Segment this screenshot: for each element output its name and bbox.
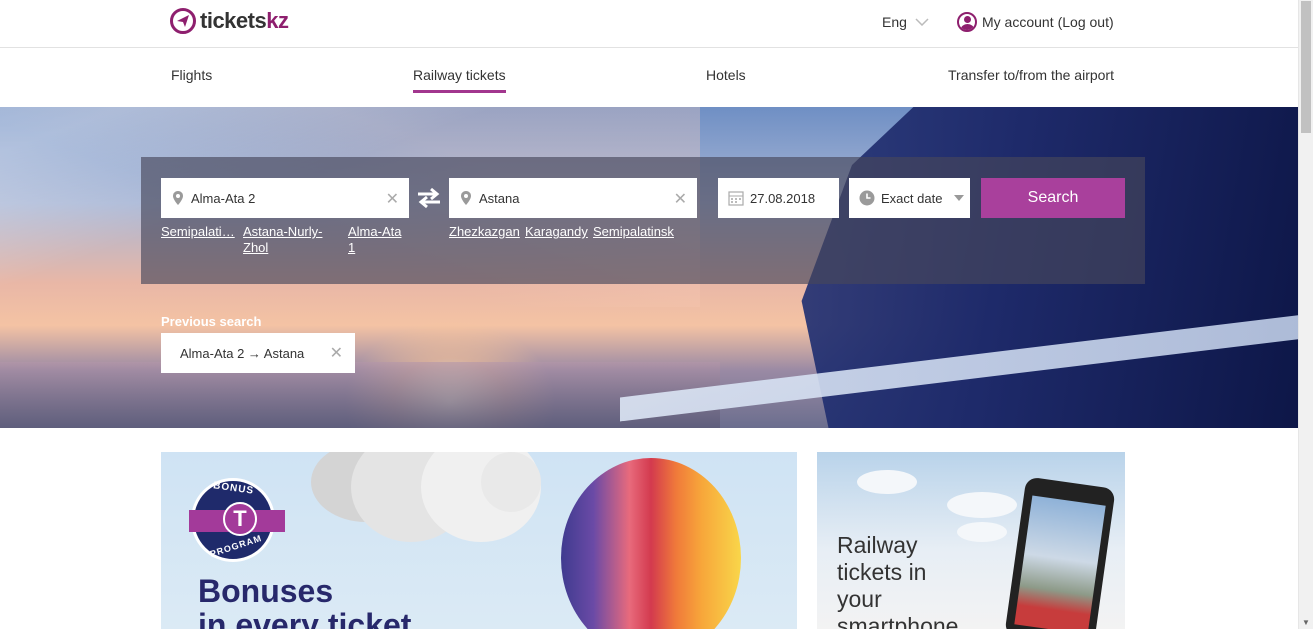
logo-text: ticketskz: [200, 8, 289, 33]
main-nav: Flights Railway tickets Hotels Transfer …: [0, 49, 1298, 107]
mobile-app-banner[interactable]: Railway tickets in your smartphone: [817, 452, 1125, 629]
language-label: Eng: [882, 14, 907, 30]
to-suggestion-karagandy[interactable]: Karagandy: [525, 224, 588, 240]
account-area: My account (Log out): [957, 12, 1114, 32]
from-input[interactable]: [191, 190, 371, 206]
cloud-decoration: [857, 470, 917, 494]
bonus-program-banner[interactable]: BONUS T PROGRAM Bonuses in every ticket: [161, 452, 797, 629]
nav-hotels[interactable]: Hotels: [706, 67, 746, 83]
from-suggestion-astana-nurly-zhol[interactable]: Astana-Nurly- Zhol: [243, 224, 322, 256]
language-selector[interactable]: Eng: [882, 14, 929, 30]
scrollbar-thumb[interactable]: [1301, 1, 1311, 133]
cloud-decoration: [947, 492, 1017, 518]
to-input[interactable]: [479, 190, 659, 206]
search-panel: [141, 157, 1145, 284]
nav-flights[interactable]: Flights: [171, 67, 212, 83]
mobile-app-text: Railway tickets in your smartphone: [837, 532, 959, 629]
date-mode-select[interactable]: Exact date: [849, 178, 970, 218]
calendar-icon: [728, 190, 744, 206]
to-field[interactable]: ✕: [449, 178, 697, 218]
from-suggestion-semipalatinsk[interactable]: Semipalati…: [161, 224, 235, 240]
chevron-down-icon: [915, 15, 929, 29]
logout-link[interactable]: (Log out): [1058, 14, 1114, 30]
previous-search-title: Previous search: [161, 314, 262, 329]
to-suggestion-semipalatinsk[interactable]: Semipalatinsk: [593, 224, 674, 240]
clear-from-icon[interactable]: ✕: [386, 189, 399, 209]
user-icon: [957, 12, 977, 32]
from-field[interactable]: ✕: [161, 178, 409, 218]
cloud-decoration: [481, 452, 541, 512]
search-button[interactable]: Search: [981, 178, 1125, 218]
my-account-link[interactable]: My account: [982, 14, 1054, 30]
to-suggestion-zhezkazgan[interactable]: Zhezkazgan: [449, 224, 520, 240]
previous-search-chip[interactable]: Alma-Ata 2 → Astana ✕: [161, 333, 355, 373]
remove-previous-search-icon[interactable]: ✕: [330, 343, 343, 363]
nav-railway-tickets[interactable]: Railway tickets: [413, 67, 506, 93]
logo[interactable]: ticketskz: [170, 8, 289, 34]
cloud-decoration: [957, 522, 1007, 542]
from-suggestion-alma-ata-1[interactable]: Alma-Ata 1: [348, 224, 401, 256]
scroll-down-arrow-icon[interactable]: ▼: [1302, 618, 1310, 627]
location-pin-icon: [461, 191, 471, 205]
swap-direction-icon[interactable]: [416, 186, 442, 210]
plane-logo-icon: [170, 8, 196, 34]
hot-air-balloon-image: [561, 458, 741, 629]
nav-airport-transfer[interactable]: Transfer to/from the airport: [948, 67, 1114, 83]
page-scrollbar[interactable]: ▼: [1298, 0, 1313, 629]
date-value: 27.08.2018: [750, 190, 816, 206]
date-mode-value: Exact date: [881, 190, 943, 206]
previous-search-route: Alma-Ata 2 → Astana: [180, 345, 305, 361]
clock-icon: [859, 190, 875, 206]
bonus-badge-letter: T: [223, 502, 257, 536]
clear-to-icon[interactable]: ✕: [674, 189, 687, 209]
date-field[interactable]: 27.08.2018: [718, 178, 839, 218]
dropdown-arrow-icon: [954, 195, 964, 201]
top-header: ticketskz Eng My account (Log out): [0, 0, 1298, 48]
location-pin-icon: [173, 191, 183, 205]
bonus-heading: Bonuses in every ticket: [198, 573, 412, 629]
